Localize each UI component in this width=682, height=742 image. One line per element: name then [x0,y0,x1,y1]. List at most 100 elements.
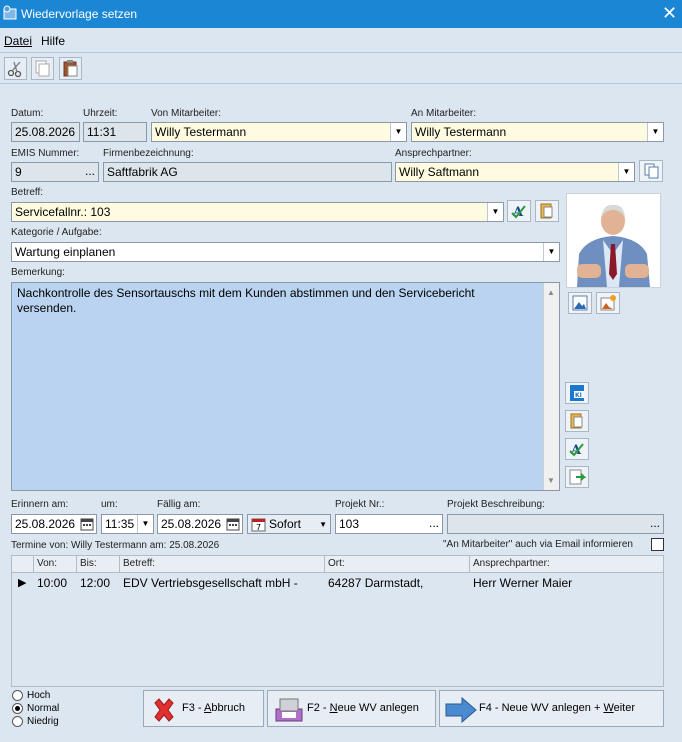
firma-field[interactable]: Saftfabrik AG [103,162,392,182]
priority-niedrig-radio[interactable] [12,716,23,727]
email-info-checkbox[interactable] [651,538,664,551]
erinnern-time-value: 11:35 [105,517,135,531]
row-ort: 64287 Darmstadt, [328,576,424,590]
clipboard-button[interactable] [565,410,589,432]
image-new-icon [600,295,616,311]
sofort-dropdown[interactable]: 7 Sofort ▼ [247,514,331,534]
spellcheck-icon: A [511,205,526,220]
an-mitarbeiter-select[interactable]: Willy Testermann ▼ [411,122,664,142]
scroll-up-icon[interactable]: ▲ [547,285,555,300]
col-ansprechpartner: Ansprechpartner: [473,558,550,569]
paste-button[interactable] [59,57,82,80]
projekt-nr-field[interactable]: 103 ... [335,514,443,534]
emis-field[interactable]: 9 ... [11,162,99,182]
priority-hoch-radio[interactable] [12,690,23,701]
menu-hilfe[interactable]: Hilfe [41,34,65,48]
export-button[interactable] [565,466,589,488]
copy-icon [35,60,50,77]
betreff-select[interactable]: Servicefallnr.: 103 ▼ [11,202,504,222]
projekt-beschreibung-label: Projekt Beschreibung: [447,499,545,510]
svg-text:7: 7 [256,523,261,532]
chevron-down-icon[interactable]: ▼ [137,515,153,533]
email-info-label: "An Mitarbeiter" auch via Email informie… [443,539,633,550]
erinnern-date-value: 25.08.2026 [15,517,76,531]
projekt-beschreibung-field[interactable]: ... [447,514,664,534]
von-mitarbeiter-label: Von Mitarbeiter: [151,108,222,119]
bemerkung-text: Nachkontrolle des Sensortauschs mit dem … [17,286,475,315]
calendar-icon[interactable] [226,517,240,531]
chevron-down-icon[interactable]: ▼ [647,123,663,141]
an-mitarbeiter-label: An Mitarbeiter: [411,108,477,119]
calendar-7-icon: 7 [251,518,266,532]
sofort-label: Sofort [269,517,302,531]
bemerkung-textarea[interactable]: Nachkontrolle des Sensortauschs mit dem … [11,282,560,491]
text-template-button[interactable] [535,200,559,222]
von-mitarbeiter-value: Willy Testermann [155,125,247,139]
memo-scrollbar[interactable]: ▲ ▼ [543,283,559,490]
termine-label: Termine von: Willy Testermann am: 25.08.… [11,540,220,551]
col-von: Von: [37,558,58,569]
close-x-icon [154,698,174,722]
row-pointer-icon: ▶ [18,577,27,589]
ellipsis-icon[interactable]: ... [429,516,439,530]
kategorie-select[interactable]: Wartung einplanen ▼ [11,242,560,262]
copy-contact-button[interactable] [639,160,663,182]
calendar-icon[interactable] [80,517,94,531]
col-betreff: Betreff: [123,558,156,569]
neue-wv-weiter-label: F4 - Neue WV anlegen + Weiter [479,702,636,714]
priority-niedrig-label: Niedrig [27,716,59,727]
copy-icon [644,163,659,179]
datum-field[interactable]: 25.08.2026 [11,122,80,142]
emis-label: EMIS Nummer: [11,148,80,159]
load-photo-button[interactable] [568,292,592,314]
new-photo-button[interactable] [596,292,620,314]
projekt-nr-label: Projekt Nr.: [335,499,385,510]
erinnern-date-field[interactable]: 25.08.2026 [11,514,97,534]
close-icon[interactable]: ✕ [662,3,677,23]
abbruch-button[interactable]: F3 - Abbruch [143,690,264,727]
neue-wv-weiter-button[interactable]: F4 - Neue WV anlegen + Weiter [439,690,664,727]
faellig-date-field[interactable]: 25.08.2026 [157,514,243,534]
betreff-value: Servicefallnr.: 103 [15,205,111,219]
ki-button[interactable]: KI [565,382,589,404]
uhrzeit-field[interactable]: 11:31 [83,122,147,142]
arrow-right-icon [445,696,477,724]
cut-button[interactable] [4,57,27,80]
von-mitarbeiter-select[interactable]: Willy Testermann ▼ [151,122,407,142]
table-row[interactable]: ▶ 10:00 12:00 EDV Vertriebsgesellschaft … [12,574,663,593]
erinnern-label: Erinnern am: [11,499,69,510]
chevron-down-icon[interactable]: ▼ [543,243,559,261]
chevron-down-icon[interactable]: ▼ [618,163,634,181]
kategorie-label: Kategorie / Aufgabe: [11,227,102,238]
ellipsis-icon[interactable]: ... [650,516,660,530]
chevron-down-icon[interactable]: ▼ [390,123,406,141]
app-icon [3,5,17,20]
menu-bar: Datei Hilfe [0,28,682,53]
col-bis: Bis: [80,558,97,569]
ansprechpartner-select[interactable]: Willy Saftmann ▼ [395,162,635,182]
scroll-down-icon[interactable]: ▼ [547,473,555,488]
document-arrow-icon [569,469,587,485]
window-title: Wiedervorlage setzen [21,7,138,21]
kategorie-value: Wartung einplanen [15,245,116,259]
contact-photo [566,193,661,288]
menu-datei[interactable]: Datei [4,34,32,48]
paste-icon [63,60,78,77]
dialog-window: Wiedervorlage setzen ✕ Datei Hilfe Datum… [0,0,682,742]
memo-spellcheck-button[interactable]: A [565,438,589,460]
neue-wv-button[interactable]: F2 - Neue WV anlegen [267,690,436,727]
an-mitarbeiter-value: Willy Testermann [415,125,507,139]
firma-label: Firmenbezeichnung: [103,148,194,159]
copy-button[interactable] [31,57,54,80]
ellipsis-icon[interactable]: ... [85,164,95,178]
row-betreff: EDV Vertriebsgesellschaft mbH - [123,576,298,590]
chevron-down-icon[interactable]: ▼ [487,203,503,221]
spellcheck-icon: A [569,443,584,458]
clipboard-icon [570,413,583,429]
spellcheck-button[interactable]: A [507,200,531,222]
faellig-label: Fällig am: [157,499,201,510]
title-bar: Wiedervorlage setzen ✕ [0,0,682,28]
ki-document-icon: KI [570,385,584,401]
priority-normal-radio[interactable] [12,703,23,714]
erinnern-time-field[interactable]: 11:35 ▼ [101,514,154,534]
